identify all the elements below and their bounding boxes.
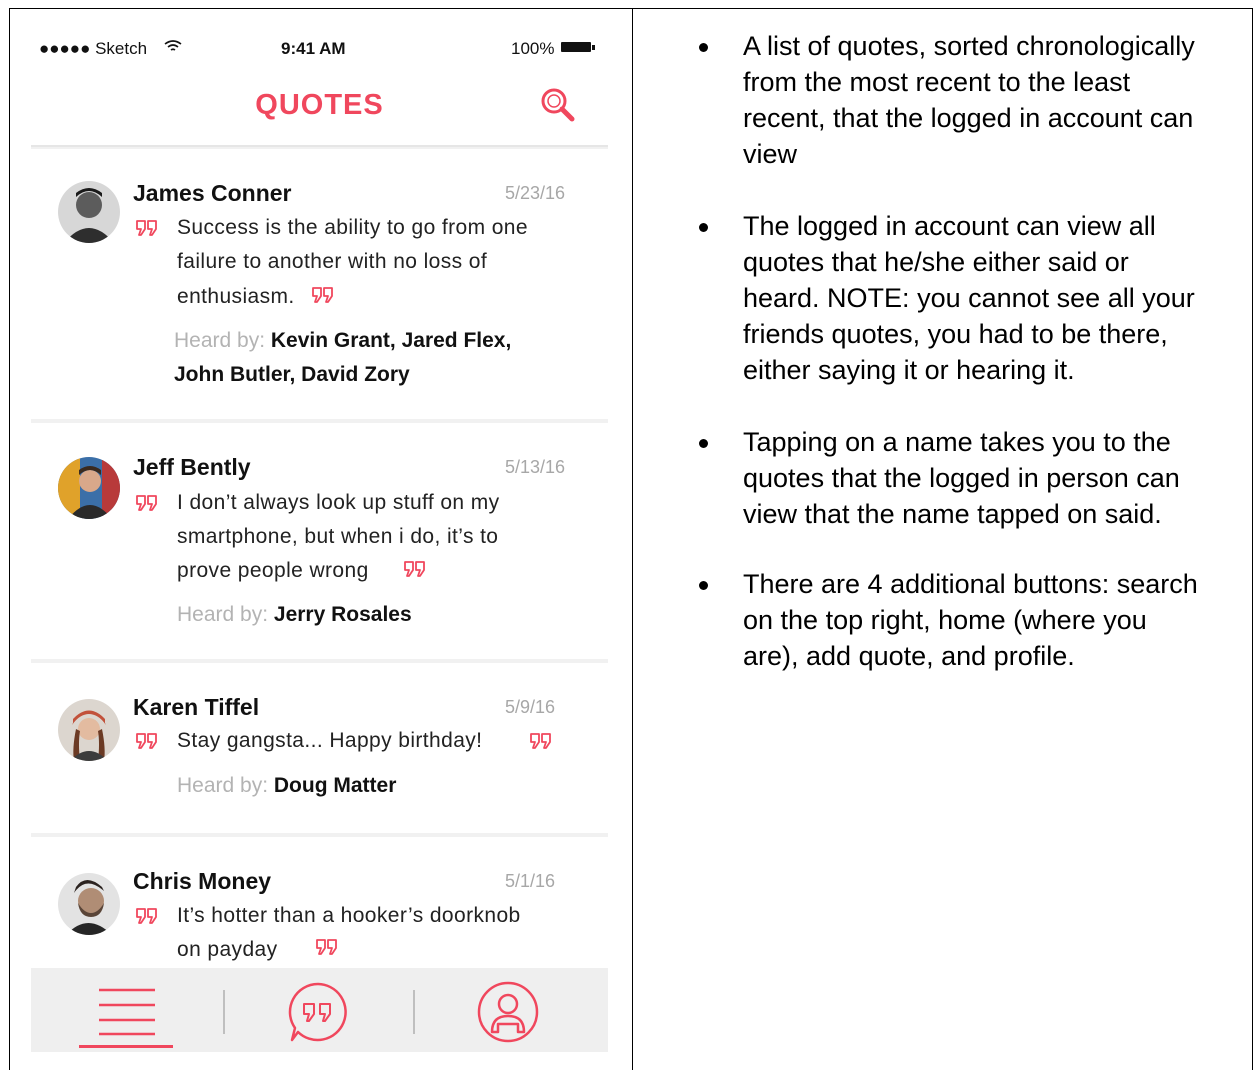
active-tab-indicator — [79, 1045, 173, 1048]
author-name[interactable]: James Conner — [133, 180, 292, 207]
quote-text-line: enthusiasm. — [177, 285, 295, 308]
quote-text-line: Success is the ability to go from one — [177, 216, 528, 239]
status-bar: ●●●●● Sketch 9:41 AM 100% — [31, 27, 608, 67]
heard-by: Heard by: Jerry Rosales — [177, 603, 412, 627]
avatar[interactable] — [58, 699, 120, 761]
heard-by-names[interactable]: John Butler, David Zory — [174, 363, 410, 386]
quote-card[interactable]: Karen Tiffel 5/9/16 Stay gangsta... Happ… — [31, 663, 608, 833]
close-quote-icon — [312, 287, 333, 303]
tab-separator — [223, 990, 225, 1034]
quote-date: 5/1/16 — [505, 871, 556, 891]
bullet-text: There are 4 additional buttons: search o… — [743, 569, 1198, 671]
author-name[interactable]: Karen Tiffel — [133, 694, 259, 721]
heard-by-label: Heard by: — [177, 603, 269, 626]
avatar[interactable] — [58, 457, 120, 519]
close-quote-icon — [530, 733, 551, 749]
quote-text-line: I don’t always look up stuff on my — [177, 491, 500, 514]
avatar[interactable] — [58, 181, 120, 243]
bullet-dot — [699, 439, 708, 448]
heard-by-label: Heard by: — [177, 774, 269, 797]
close-quote-icon — [316, 939, 337, 955]
quote-text-line: It’s hotter than a hooker’s doorknob — [177, 904, 521, 927]
close-quote-icon — [404, 561, 425, 577]
page-title: QUOTES — [255, 89, 384, 121]
bullet-dot — [699, 43, 708, 52]
author-name[interactable]: Chris Money — [133, 868, 271, 895]
table-column-divider — [632, 8, 633, 1070]
open-quote-icon — [136, 220, 157, 236]
quote-text-line: prove people wrong — [177, 559, 369, 582]
quote-card[interactable]: Jeff Bently 5/13/16 I don’t always look … — [31, 423, 608, 659]
quote-text-line: smartphone, but when i do, it’s to — [177, 525, 499, 548]
quote-text-line: Stay gangsta... Happy birthday! — [177, 729, 483, 752]
quote-card[interactable]: James Conner 5/23/16 Success is the abil… — [31, 149, 608, 419]
quote-text-line: on payday — [177, 938, 278, 961]
home-icon[interactable] — [97, 986, 157, 1036]
open-quote-icon — [136, 733, 157, 749]
search-icon[interactable] — [537, 85, 577, 125]
tab-bar — [31, 968, 608, 1052]
bullet-text: The logged in account can view all quote… — [743, 211, 1195, 385]
bullet-dot — [699, 223, 708, 232]
nav-bar: QUOTES — [31, 67, 608, 147]
heard-by-names[interactable]: Kevin Grant, Jared Flex, — [271, 329, 511, 352]
battery-percent: 100% — [511, 39, 555, 58]
quote-date: 5/23/16 — [505, 183, 566, 203]
author-name[interactable]: Jeff Bently — [133, 454, 251, 481]
quote-card[interactable]: Chris Money 5/1/16 It’s hotter than a ho… — [31, 837, 608, 977]
quote-text-line: failure to another with no loss of — [177, 250, 488, 273]
phone-screen: ●●●●● Sketch 9:41 AM 100% QUOTES James C… — [31, 27, 608, 1052]
avatar[interactable] — [58, 873, 120, 935]
carrier-label: ●●●●● Sketch — [39, 39, 148, 58]
status-time: 9:41 AM — [281, 39, 346, 58]
add-quote-icon[interactable] — [286, 980, 350, 1044]
quote-date: 5/9/16 — [505, 697, 556, 717]
heard-by-names[interactable]: Doug Matter — [274, 774, 397, 797]
wifi-icon — [164, 40, 182, 51]
heard-by: Heard by: Kevin Grant, Jared Flex, — [174, 329, 511, 353]
tab-separator — [413, 990, 415, 1034]
heard-by-names[interactable]: Jerry Rosales — [274, 603, 412, 626]
bullet-text: A list of quotes, sorted chronologically… — [743, 31, 1195, 169]
bullet-dot — [699, 581, 708, 590]
bullet-text: Tapping on a name takes you to the quote… — [743, 427, 1180, 529]
quote-date: 5/13/16 — [505, 457, 566, 477]
open-quote-icon — [136, 495, 157, 511]
battery-tip — [592, 45, 595, 50]
heard-by: Heard by: Doug Matter — [177, 774, 396, 798]
profile-icon[interactable] — [476, 980, 540, 1044]
heard-by-continued: John Butler, David Zory — [174, 363, 410, 387]
open-quote-icon — [136, 908, 157, 924]
heard-by-label: Heard by: — [174, 329, 266, 352]
battery-icon — [561, 42, 591, 52]
